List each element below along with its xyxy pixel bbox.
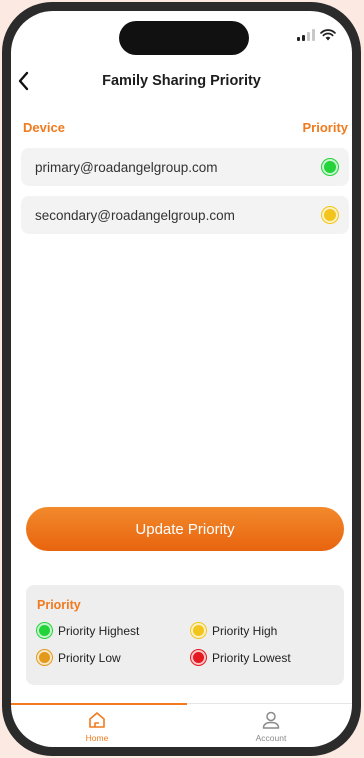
priority-dot-icon [37, 650, 52, 665]
status-bar-icons [297, 29, 336, 41]
legend-item-lowest: Priority Lowest [191, 650, 291, 665]
phone-frame: Family Sharing Priority Device Priority … [2, 2, 361, 756]
priority-dot-icon [37, 623, 52, 638]
tab-account-label: Account [255, 733, 287, 743]
home-icon [89, 712, 105, 728]
screen: Family Sharing Priority Device Priority … [11, 11, 352, 747]
priority-status-dot[interactable] [322, 159, 338, 175]
update-priority-button[interactable]: Update Priority [26, 507, 344, 551]
device-email: primary@roadangelgroup.com [35, 160, 218, 175]
legend-item-high: Priority High [191, 623, 277, 638]
legend-item-low: Priority Low [37, 650, 121, 665]
legend-label: Priority Highest [58, 623, 140, 638]
bottom-tab-bar: Home Account [11, 703, 352, 747]
user-icon [262, 711, 280, 729]
priority-dot-icon [191, 623, 206, 638]
priority-legend: Priority Priority Highest Priority High … [26, 585, 344, 685]
legend-label: Priority Low [58, 650, 121, 665]
device-email: secondary@roadangelgroup.com [35, 208, 235, 223]
nav-header: Family Sharing Priority [11, 67, 352, 97]
page-title: Family Sharing Priority [102, 73, 261, 89]
tab-account[interactable]: Account [211, 710, 331, 743]
legend-title: Priority [37, 598, 81, 612]
priority-dot-icon [191, 650, 206, 665]
device-column-header: Device [23, 120, 65, 135]
legend-label: Priority Lowest [212, 650, 291, 665]
priority-status-dot[interactable] [322, 207, 338, 223]
cellular-signal-icon [297, 29, 315, 41]
wifi-icon [320, 29, 336, 41]
device-row-primary[interactable]: primary@roadangelgroup.com [21, 148, 349, 186]
tab-home[interactable]: Home [37, 710, 157, 743]
device-row-secondary[interactable]: secondary@roadangelgroup.com [21, 196, 349, 234]
priority-column-header: Priority [302, 120, 348, 135]
dynamic-island [119, 21, 249, 55]
tab-home-label: Home [85, 733, 109, 743]
active-tab-indicator [11, 703, 187, 705]
legend-item-highest: Priority Highest [37, 623, 139, 638]
legend-label: Priority High [212, 623, 278, 638]
